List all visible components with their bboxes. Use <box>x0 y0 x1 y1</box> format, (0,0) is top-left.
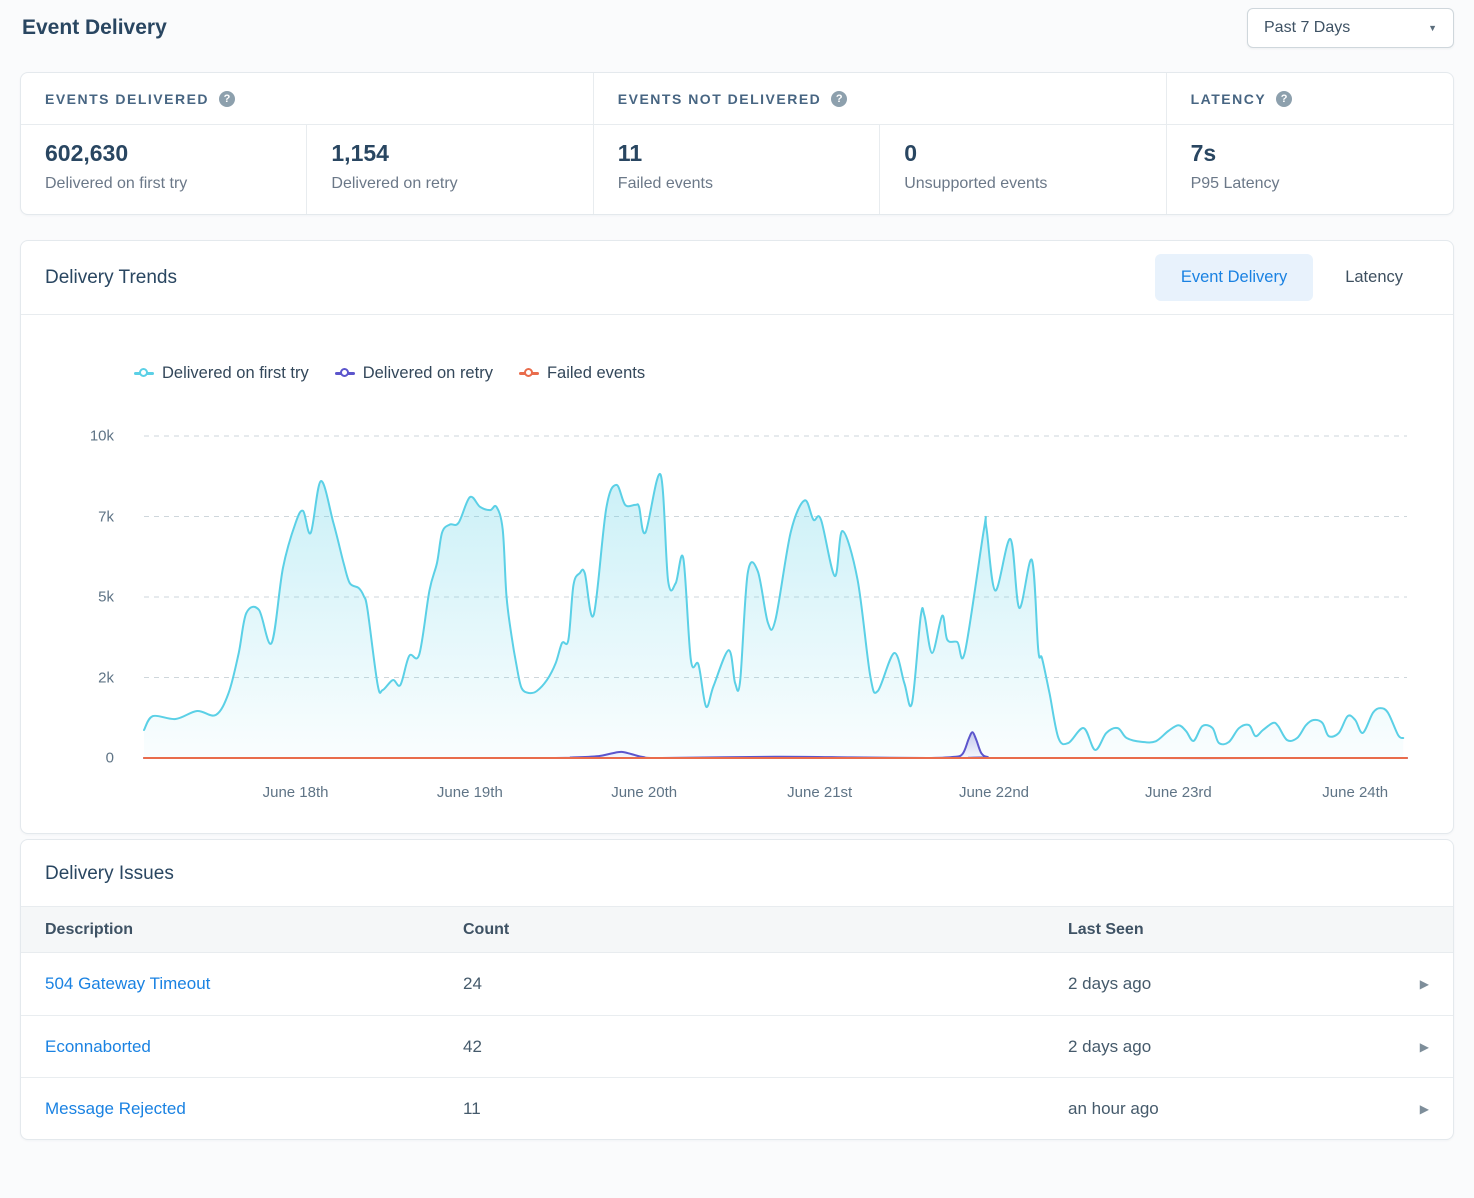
x-axis-tick-label: June 22nd <box>959 784 1029 801</box>
chart-legend: Delivered on first try Delivered on retr… <box>21 363 1453 383</box>
issue-last-seen: an hour ago <box>1068 1099 1389 1119</box>
stat-value: 1,154 <box>331 140 568 167</box>
x-axis-labels: June 18th June 19th June 20th June 21st June… <box>144 758 1407 803</box>
stat-failed: 11 Failed events <box>594 125 880 214</box>
issue-count: 11 <box>463 1099 1068 1119</box>
legend-label: Delivered on first try <box>162 364 309 383</box>
issues-title: Delivery Issues <box>45 863 1429 885</box>
y-axis-tick-label: 10k <box>90 428 114 445</box>
chevron-right-icon[interactable]: ▶ <box>1420 1102 1429 1116</box>
page-title: Event Delivery <box>20 16 167 40</box>
stats-group-events-delivered: EVENTS DELIVERED ? <box>21 73 594 124</box>
stats-group-label: EVENTS NOT DELIVERED <box>618 91 821 107</box>
issue-count: 24 <box>463 974 1068 994</box>
date-range-value: Past 7 Days <box>1264 19 1350 37</box>
issue-last-seen: 2 days ago <box>1068 1037 1389 1057</box>
help-icon[interactable]: ? <box>1276 91 1292 107</box>
stats-group-latency: LATENCY ? <box>1167 73 1453 124</box>
x-axis-tick-label: June 19th <box>437 784 503 801</box>
legend-marker-icon <box>335 367 355 379</box>
stat-p95-latency: 7s P95 Latency <box>1167 125 1453 214</box>
help-icon[interactable]: ? <box>219 91 235 107</box>
legend-item[interactable]: Delivered on retry <box>335 364 493 383</box>
trends-tabs: Event Delivery Latency <box>1155 254 1429 301</box>
stat-value: 0 <box>904 140 1141 167</box>
issue-link[interactable]: 504 Gateway Timeout <box>45 974 463 994</box>
column-header-description: Description <box>45 921 463 939</box>
issue-count: 42 <box>463 1037 1068 1057</box>
stat-label: Delivered on first try <box>45 175 282 193</box>
stats-values-row: 602,630 Delivered on first try 1,154 Del… <box>21 125 1453 214</box>
issue-link[interactable]: Econnaborted <box>45 1037 463 1057</box>
stat-label: Delivered on retry <box>331 175 568 193</box>
stats-group-label: EVENTS DELIVERED <box>45 91 209 107</box>
x-axis-tick-label: June 20th <box>611 784 677 801</box>
y-axis-tick-label: 7k <box>98 508 114 525</box>
stats-group-label: LATENCY <box>1191 91 1267 107</box>
top-bar: Event Delivery Past 7 Days ▼ <box>20 0 1454 72</box>
legend-marker-icon <box>134 367 154 379</box>
tab-latency[interactable]: Latency <box>1319 254 1429 301</box>
stat-label: Failed events <box>618 175 855 193</box>
table-row[interactable]: 504 Gateway Timeout 24 2 days ago ▶ <box>21 953 1453 1015</box>
stats-summary-card: EVENTS DELIVERED ? EVENTS NOT DELIVERED … <box>20 72 1454 215</box>
stats-group-events-not-delivered: EVENTS NOT DELIVERED ? <box>594 73 1167 124</box>
tab-event-delivery[interactable]: Event Delivery <box>1155 254 1313 301</box>
stat-unsupported: 0 Unsupported events <box>880 125 1166 214</box>
legend-item[interactable]: Delivered on first try <box>134 364 309 383</box>
issue-link[interactable]: Message Rejected <box>45 1099 463 1119</box>
date-range-selector[interactable]: Past 7 Days ▼ <box>1247 8 1454 48</box>
x-axis-tick-label: June 21st <box>787 784 852 801</box>
column-header-last-seen: Last Seen <box>1068 921 1389 939</box>
legend-label: Delivered on retry <box>363 364 493 383</box>
legend-label: Failed events <box>547 364 645 383</box>
stat-value: 602,630 <box>45 140 282 167</box>
issues-table-header: Description Count Last Seen <box>21 906 1453 953</box>
table-row[interactable]: Message Rejected 11 an hour ago ▶ <box>21 1077 1453 1139</box>
column-header-count: Count <box>463 921 1068 939</box>
stat-retry: 1,154 Delivered on retry <box>307 125 593 214</box>
x-axis-tick-label: June 18th <box>263 784 329 801</box>
chevron-right-icon[interactable]: ▶ <box>1420 977 1429 991</box>
trends-title: Delivery Trends <box>45 267 177 289</box>
x-axis-tick-label: June 23rd <box>1145 784 1212 801</box>
delivery-issues-card: Delivery Issues Description Count Last S… <box>20 839 1454 1140</box>
event-delivery-page: Event Delivery Past 7 Days ▼ EVENTS DELI… <box>0 0 1474 1140</box>
table-row[interactable]: Econnaborted 42 2 days ago ▶ <box>21 1015 1453 1077</box>
chart-canvas <box>144 436 1407 758</box>
x-axis-tick-label: June 24th <box>1322 784 1388 801</box>
issues-header: Delivery Issues <box>21 840 1453 906</box>
stats-header-row: EVENTS DELIVERED ? EVENTS NOT DELIVERED … <box>21 73 1453 125</box>
issue-last-seen: 2 days ago <box>1068 974 1389 994</box>
stat-value: 7s <box>1191 140 1429 167</box>
legend-marker-icon <box>519 367 539 379</box>
legend-item[interactable]: Failed events <box>519 364 645 383</box>
chevron-right-icon[interactable]: ▶ <box>1420 1040 1429 1054</box>
stat-label: P95 Latency <box>1191 175 1429 193</box>
chevron-down-icon: ▼ <box>1428 23 1437 33</box>
stat-value: 11 <box>618 140 855 167</box>
stat-first-try: 602,630 Delivered on first try <box>21 125 307 214</box>
delivery-trends-card: Delivery Trends Event Delivery Latency D… <box>20 240 1454 834</box>
y-axis-tick-label: 5k <box>98 589 114 606</box>
help-icon[interactable]: ? <box>831 91 847 107</box>
plot-area: 10k7k5k2k0 <box>144 436 1407 758</box>
trends-header: Delivery Trends Event Delivery Latency <box>21 241 1453 315</box>
stat-label: Unsupported events <box>904 175 1141 193</box>
y-axis-tick-label: 2k <box>98 669 114 686</box>
y-axis-tick-label: 0 <box>106 750 114 767</box>
